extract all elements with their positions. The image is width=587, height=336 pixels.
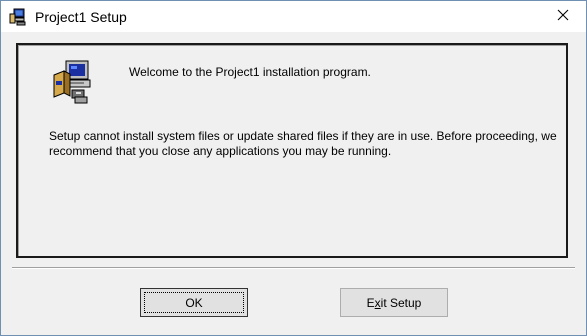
setup-computer-icon [52, 59, 92, 105]
setup-window: Project1 Setup Welcome to the Project1 i… [0, 0, 587, 336]
description-text: Setup cannot install system files or upd… [49, 129, 557, 158]
focus-rectangle [144, 292, 244, 313]
setup-computer-icon [9, 8, 27, 26]
window-title: Project1 Setup [35, 9, 127, 25]
exit-setup-button-label: Exit Setup [366, 295, 422, 310]
close-icon [557, 8, 569, 26]
welcome-text: Welcome to the Project1 installation pro… [129, 65, 371, 79]
welcome-panel: Welcome to the Project1 installation pro… [16, 43, 568, 258]
close-button[interactable] [540, 1, 586, 32]
ok-button[interactable]: OK [140, 288, 248, 317]
dialog-client-area: Welcome to the Project1 installation pro… [1, 32, 586, 335]
title-bar[interactable]: Project1 Setup [1, 1, 586, 32]
exit-setup-button[interactable]: Exit Setup [340, 288, 448, 317]
separator [12, 267, 575, 269]
